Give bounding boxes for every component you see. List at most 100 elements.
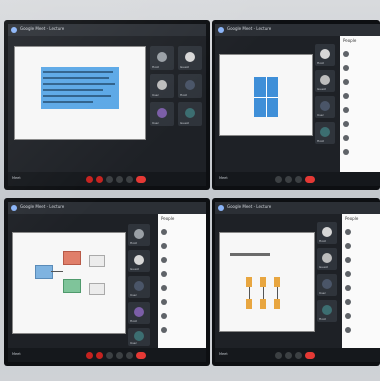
meeting-name: Meet [219, 352, 228, 356]
participant-name: User [130, 341, 137, 345]
participant-name: Host [152, 65, 159, 69]
participant-tile[interactable]: User [317, 274, 337, 296]
list-item[interactable] [161, 256, 203, 264]
participant-tile[interactable]: Host [317, 300, 337, 322]
camera-icon[interactable] [96, 352, 103, 359]
list-item[interactable] [343, 64, 377, 72]
diagram-node [260, 277, 266, 287]
participant-name: User [319, 291, 326, 295]
participant-tile[interactable]: Guest [315, 70, 335, 92]
avatar [161, 257, 167, 263]
end-call-icon[interactable] [136, 352, 146, 359]
list-item[interactable] [161, 326, 203, 334]
meeting-name: Meet [12, 352, 21, 356]
list-item[interactable] [161, 228, 203, 236]
list-item[interactable] [343, 106, 377, 114]
diagram-line [277, 287, 278, 299]
list-item[interactable] [345, 298, 377, 306]
participant-tile[interactable]: Host [315, 122, 335, 144]
more-icon[interactable] [126, 176, 133, 183]
app-icon [218, 205, 224, 211]
participant-tile[interactable]: Host [178, 74, 202, 98]
avatar [343, 121, 349, 127]
participant-tile[interactable]: User [128, 328, 150, 346]
list-item[interactable] [343, 50, 377, 58]
participant-name: Guest [319, 265, 328, 269]
mic-icon[interactable] [86, 352, 93, 359]
participant-tile[interactable]: Host [128, 302, 150, 324]
more-icon[interactable] [126, 352, 133, 359]
participant-name: Guest [130, 267, 139, 271]
participant-tile[interactable]: Host [317, 222, 337, 244]
app-icon [218, 27, 224, 33]
present-icon[interactable] [295, 176, 302, 183]
list-item[interactable] [343, 78, 377, 86]
list-item[interactable] [345, 312, 377, 320]
slide-text-line [43, 83, 115, 85]
participant-name: Guest [180, 121, 189, 125]
present-icon[interactable] [295, 352, 302, 359]
list-item[interactable] [343, 134, 377, 142]
raise-hand-icon[interactable] [116, 176, 123, 183]
list-item[interactable] [345, 284, 377, 292]
list-item[interactable] [161, 270, 203, 278]
participant-tile[interactable]: User [315, 96, 335, 118]
participant-name: Host [317, 139, 324, 143]
list-item[interactable] [345, 270, 377, 278]
participant-tile[interactable]: Guest [128, 250, 150, 272]
participant-tile[interactable]: Host [315, 44, 335, 66]
panel-title: People [345, 216, 359, 221]
present-icon[interactable] [106, 352, 113, 359]
window-title: Google Meet - Lecture [227, 204, 272, 209]
meeting-toolbar: Meet [8, 348, 206, 362]
camera-icon[interactable] [96, 176, 103, 183]
end-call-icon[interactable] [305, 352, 315, 359]
monitor-bottom-right: Google Meet - Lecture Host Guest User Ho… [212, 198, 380, 366]
participant-tile[interactable]: User [150, 102, 174, 126]
meeting-name: Meet [12, 176, 21, 180]
list-item[interactable] [161, 284, 203, 292]
participant-tile[interactable]: Host [128, 224, 150, 246]
list-item[interactable] [161, 242, 203, 250]
end-call-icon[interactable] [305, 176, 315, 183]
list-item[interactable] [345, 242, 377, 250]
window-title: Google Meet - Lecture [227, 26, 272, 31]
end-call-icon[interactable] [136, 176, 146, 183]
participant-name: User [130, 293, 137, 297]
shared-slide[interactable] [219, 232, 315, 332]
camera-icon[interactable] [285, 352, 292, 359]
mic-icon[interactable] [86, 176, 93, 183]
slide-text-line [43, 89, 103, 91]
avatar [343, 65, 349, 71]
avatar [161, 243, 167, 249]
participant-tile[interactable]: Guest [178, 46, 202, 70]
list-item[interactable] [343, 120, 377, 128]
list-item[interactable] [161, 312, 203, 320]
participant-tile[interactable]: Guest [317, 248, 337, 270]
raise-hand-icon[interactable] [116, 352, 123, 359]
list-item[interactable] [345, 256, 377, 264]
camera-icon[interactable] [285, 176, 292, 183]
list-item[interactable] [345, 228, 377, 236]
list-item[interactable] [343, 92, 377, 100]
list-item[interactable] [343, 148, 377, 156]
shared-slide[interactable] [14, 46, 146, 140]
diagram-node [274, 277, 280, 287]
list-item[interactable] [345, 326, 377, 334]
participant-tile[interactable]: Guest [178, 102, 202, 126]
participant-tile[interactable]: User [150, 74, 174, 98]
avatar [320, 75, 330, 85]
avatar [157, 52, 167, 62]
participant-tile[interactable]: Host [150, 46, 174, 70]
shared-slide[interactable] [219, 54, 313, 136]
avatar [343, 107, 349, 113]
mic-icon[interactable] [275, 176, 282, 183]
participant-tile[interactable]: User [128, 276, 150, 298]
avatar [134, 331, 144, 341]
present-icon[interactable] [106, 176, 113, 183]
participant-name: Host [319, 317, 326, 321]
mic-icon[interactable] [275, 352, 282, 359]
avatar [161, 313, 167, 319]
shared-slide[interactable] [12, 232, 126, 334]
list-item[interactable] [161, 298, 203, 306]
